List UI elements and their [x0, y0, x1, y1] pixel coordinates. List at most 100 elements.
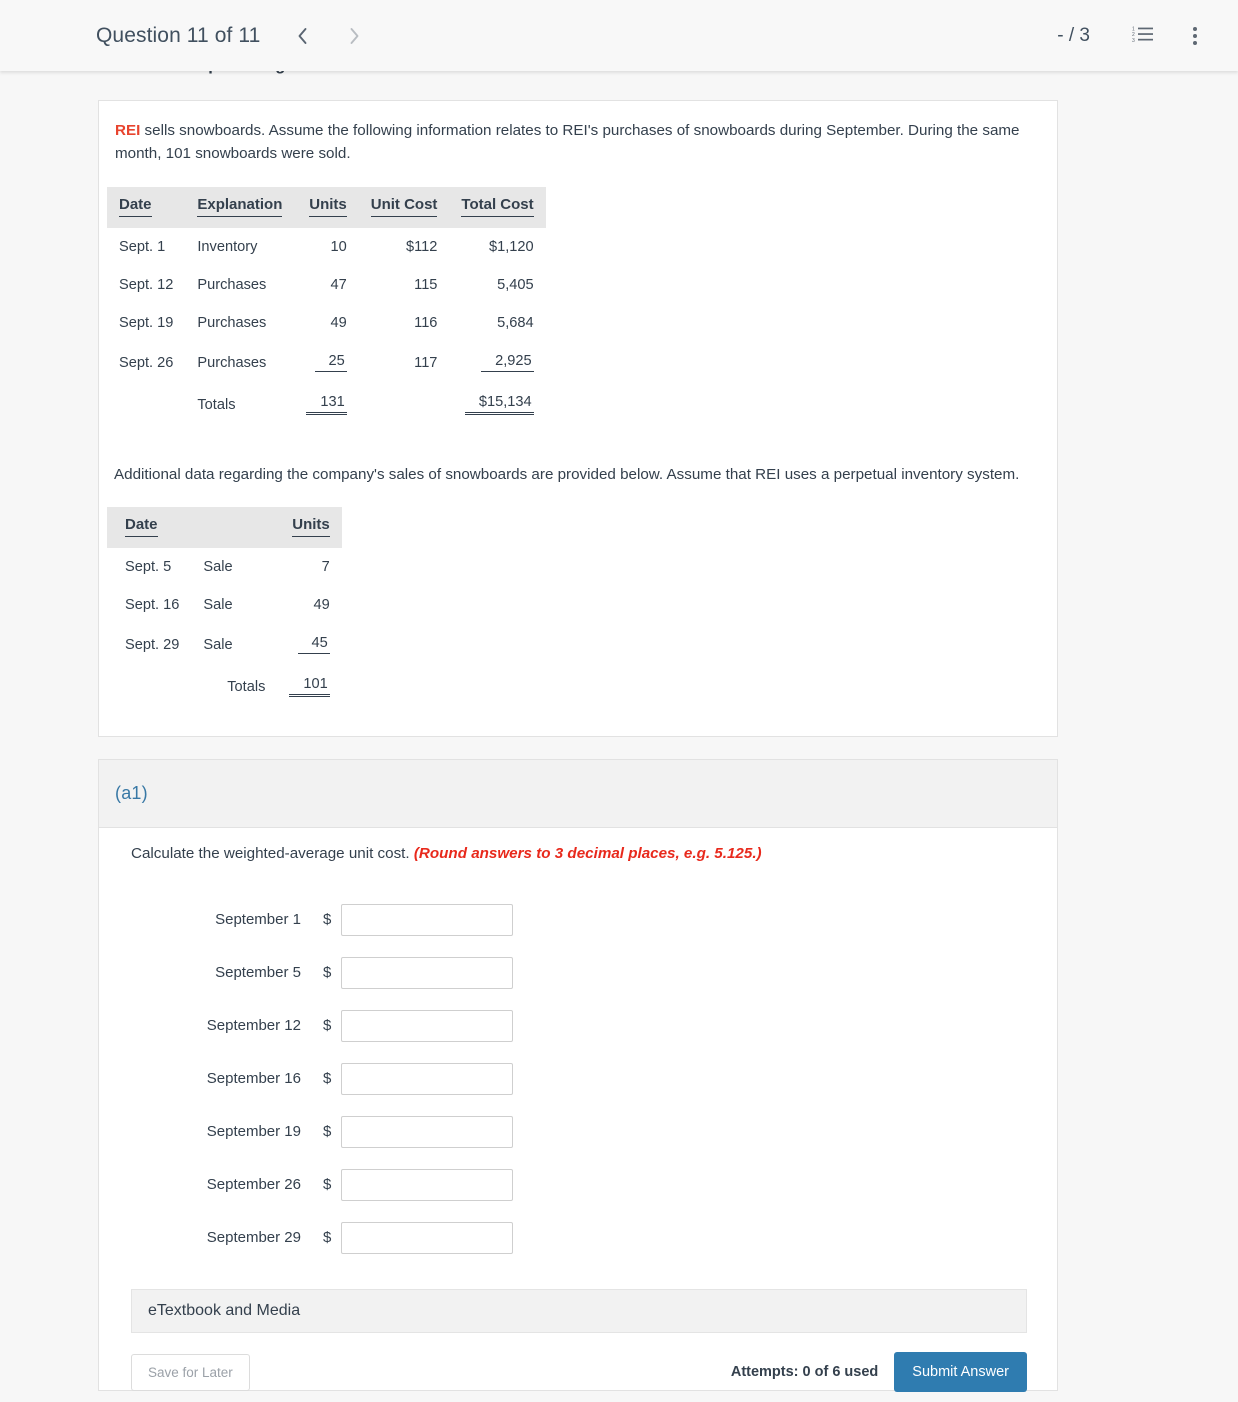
problem-intro: REI sells snowboards. Assume the followi…: [115, 119, 1043, 165]
cell-unit-cost: $112: [406, 239, 438, 255]
cell-unit-cost: 115: [414, 277, 438, 293]
table-row: Sept. 5 Sale 7: [107, 548, 342, 586]
toolbar-right-group: - / 3 1 2 3: [1057, 19, 1212, 53]
cell-total-cost-total: $15,134: [449, 383, 545, 426]
currency-symbol: $: [323, 1229, 332, 1246]
header-units: Units: [277, 507, 342, 548]
cell-explanation: Purchases: [197, 354, 267, 371]
chevron-right-icon: [348, 26, 361, 46]
cell-date-empty: [107, 665, 191, 708]
field-label: September 12: [206, 1017, 301, 1034]
cell-date: Sept. 1: [119, 239, 166, 255]
answer-input-september-19[interactable]: [341, 1115, 513, 1148]
header-date: Date: [107, 187, 186, 228]
etextbook-and-media-bar[interactable]: eTextbook and Media: [131, 1289, 1027, 1333]
cell-total-cost: 5,405: [497, 277, 534, 293]
field-label: September 16: [206, 1070, 301, 1087]
answer-instruction: Calculate the weighted-average unit cost…: [131, 845, 762, 862]
answer-input-september-1[interactable]: [341, 903, 513, 936]
currency-symbol: $: [323, 1017, 332, 1034]
cell-date: Sept. 29: [125, 636, 180, 653]
cell-date: Sept. 26: [119, 354, 174, 371]
header-explanation: Explanation: [185, 187, 295, 228]
table-row: Sept. 19 Purchases 49 116 5,684: [107, 304, 546, 342]
cell-explanation: Sale: [203, 636, 233, 653]
cell-date: Sept. 12: [119, 277, 174, 293]
answer-input-september-12[interactable]: [341, 1009, 513, 1042]
answer-row-september-12: September 12 $: [137, 999, 513, 1052]
cell-units-total: 101: [277, 665, 341, 708]
field-label: September 5: [215, 964, 301, 981]
answer-row-september-1: September 1 $: [137, 893, 513, 946]
table-row: Sept. 29 Sale 45: [107, 624, 342, 665]
field-label: September 1: [215, 911, 301, 928]
header-blank: [191, 507, 278, 548]
more-options-button[interactable]: [1178, 19, 1212, 53]
chevron-left-icon: [296, 26, 309, 46]
answer-input-september-5[interactable]: [341, 956, 513, 989]
cell-unit-cost-total: [359, 383, 450, 426]
next-question-button[interactable]: [336, 18, 372, 54]
score-display: - / 3: [1057, 24, 1090, 46]
answer-row-september-16: September 16 $: [137, 1052, 513, 1105]
previous-question-button[interactable]: [284, 18, 320, 54]
problem-statement-card: REI sells snowboards. Assume the followi…: [98, 100, 1058, 737]
question-list-button[interactable]: 1 2 3: [1126, 19, 1160, 53]
save-for-later-button[interactable]: Save for Later: [131, 1353, 250, 1391]
purchases-table-header-row: Date Explanation Units Unit Cost Total C…: [107, 187, 546, 228]
page-title: Question 11 of 11: [96, 23, 261, 47]
answer-input-september-29[interactable]: [341, 1221, 513, 1254]
field-label: September 26: [206, 1176, 301, 1193]
cell-date: Sept. 16: [125, 597, 180, 613]
answer-card: (a1) Calculate the weighted-average unit…: [98, 759, 1058, 1392]
cell-unit-cost: 116: [414, 315, 438, 331]
instruction-note: (Round answers to 3 decimal places, e.g.…: [413, 845, 762, 862]
submit-answer-button[interactable]: Submit Answer: [894, 1352, 1027, 1392]
currency-symbol: $: [323, 1070, 332, 1087]
instruction-text: Calculate the weighted-average unit cost…: [131, 845, 410, 862]
cell-totals-label: Totals: [227, 678, 266, 695]
answer-row-september-19: September 19 $: [137, 1105, 513, 1158]
question-navigation: [284, 18, 372, 54]
answer-fields: September 1 $ September 5 $ September 12…: [137, 893, 513, 1264]
part-label: (a1): [115, 783, 148, 803]
cell-units: 47: [330, 277, 347, 293]
totals-row: Totals 101: [107, 665, 342, 708]
answer-input-september-26[interactable]: [341, 1168, 513, 1201]
cell-totals-label: Totals: [197, 396, 236, 413]
sales-table-header-row: Date Units: [107, 507, 342, 548]
cell-date: Sept. 19: [119, 315, 174, 331]
answer-action-bar: Save for Later Attempts: 0 of 6 used Sub…: [131, 1352, 1027, 1392]
cell-explanation: Sale: [203, 559, 233, 575]
sales-table: Date Units Sept. 5 Sale 7 Sept. 16 Sale …: [107, 507, 342, 708]
cell-explanation: Inventory: [197, 239, 258, 255]
svg-text:3: 3: [1132, 38, 1135, 43]
question-toolbar: Question 11 of 11 - / 3 1 2 3: [0, 0, 1238, 71]
company-name: REI: [115, 122, 141, 139]
cell-total-cost: 5,684: [497, 315, 534, 331]
currency-symbol: $: [323, 911, 332, 928]
problem-intro-text: sells snowboards. Assume the following i…: [115, 122, 1020, 163]
totals-row: Totals 131 $15,134: [107, 383, 546, 426]
attempts-counter: Attempts: 0 of 6 used: [730, 1364, 879, 1380]
answer-input-september-16[interactable]: [341, 1062, 513, 1095]
question-page: Current Attempt in Progress REI sells sn…: [0, 0, 1238, 1402]
cell-total-cost: 2,925: [449, 342, 545, 383]
answer-row-september-29: September 29 $: [137, 1211, 513, 1264]
cell-units: 10: [330, 239, 347, 255]
field-label: September 29: [206, 1229, 301, 1246]
kebab-menu-icon: [1193, 26, 1197, 45]
etextbook-label: eTextbook and Media: [148, 1302, 301, 1319]
currency-symbol: $: [323, 1123, 332, 1140]
answer-row-september-5: September 5 $: [137, 946, 513, 999]
header-unit-cost: Unit Cost: [358, 187, 450, 228]
answer-row-september-26: September 26 $: [137, 1158, 513, 1211]
purchases-table: Date Explanation Units Unit Cost Total C…: [107, 187, 546, 426]
table-row: Sept. 12 Purchases 47 115 5,405: [107, 266, 546, 304]
cell-units: 25: [294, 342, 358, 383]
table-row: Sept. 26 Purchases 25 117 2,925: [107, 342, 546, 383]
header-date: Date: [107, 507, 192, 548]
table-row: Sept. 16 Sale 49: [107, 586, 342, 624]
currency-symbol: $: [323, 1176, 332, 1193]
cell-units-total: 131: [294, 383, 358, 426]
